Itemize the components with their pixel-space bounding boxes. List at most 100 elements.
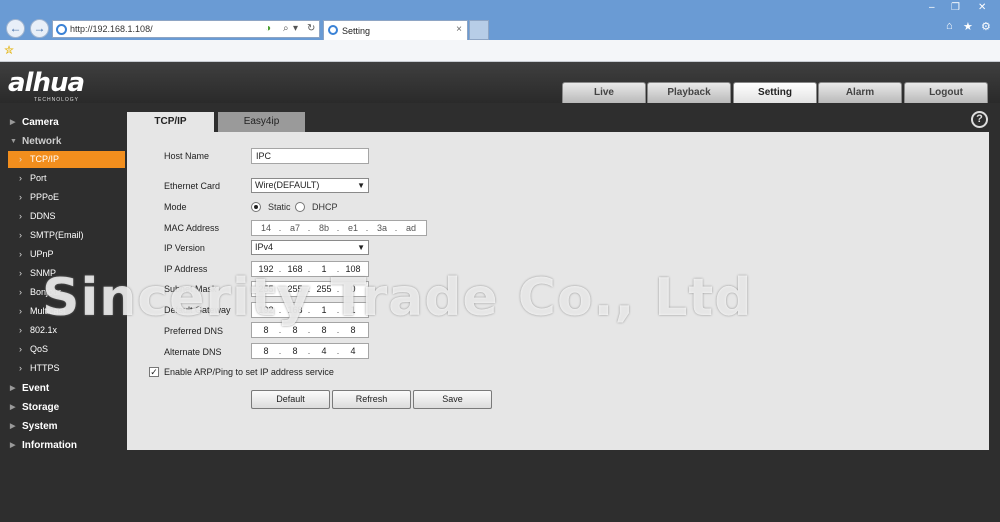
ip-octet[interactable]: 1 [313, 303, 335, 317]
sidebar-group-storage[interactable]: ▶ Storage [0, 398, 127, 417]
mac-octet: 14 [260, 223, 271, 233]
sidebar-item-label: UPnP [30, 249, 54, 259]
ip-address-field[interactable]: 192 . 168 . 1 . 108 [251, 261, 369, 277]
sidebar-group-event[interactable]: ▶ Event [0, 379, 127, 398]
address-bar[interactable]: http://192.168.1.108/ ◑ ⌕ ▾ ↻ [52, 20, 320, 38]
ip-octet[interactable]: 192 [255, 262, 277, 276]
separator: . [336, 325, 340, 335]
sidebar-item-https[interactable]: › HTTPS [8, 360, 125, 377]
ip-octet[interactable]: 1 [313, 262, 335, 276]
sidebar-item-label: SMTP(Email) [30, 230, 84, 240]
tab-close-icon[interactable]: × [456, 24, 462, 35]
sidebar-group-camera[interactable]: ▶ Camera [0, 113, 127, 132]
sidebar-item-tcpip[interactable]: › TCP/IP [8, 151, 125, 168]
nav-alarm[interactable]: Alarm [818, 82, 902, 103]
separator: . [336, 264, 340, 274]
nav-live[interactable]: Live [562, 82, 646, 103]
ip-octet[interactable]: 168 [284, 303, 306, 317]
sidebar-item-qos[interactable]: › QoS [8, 341, 125, 358]
chevron-right-icon: › [19, 287, 22, 297]
chevron-right-icon: › [19, 268, 22, 278]
ip-octet[interactable]: 0 [342, 282, 364, 296]
preferred-dns-field[interactable]: 8 . 8 . 8 . 8 [251, 322, 369, 338]
ip-version-select[interactable]: IPv4 ▼ [251, 240, 369, 255]
ip-octet[interactable]: 255 [313, 282, 335, 296]
mac-octet: ad [405, 223, 416, 233]
forward-icon[interactable]: → [30, 19, 49, 38]
sidebar-item-bonjour[interactable]: › Bonjour [8, 284, 125, 301]
ip-octet[interactable]: 8 [342, 323, 364, 337]
mac-octet: a7 [289, 223, 300, 233]
sidebar-group-label: Event [22, 383, 50, 394]
ip-octet[interactable]: 8 [313, 323, 335, 337]
refresh-icon[interactable]: ↻ [307, 23, 315, 34]
ip-octet[interactable]: 8 [255, 344, 277, 358]
ip-octet[interactable]: 108 [342, 262, 364, 276]
arp-ping-checkbox[interactable]: ✓ [149, 367, 159, 377]
chevron-right-icon: › [19, 325, 22, 335]
ip-octet[interactable]: 192 [255, 303, 277, 317]
compat-icon[interactable]: ◑ [265, 23, 271, 34]
tab-easy4ip[interactable]: Easy4ip [218, 112, 305, 132]
help-icon[interactable]: ? [971, 111, 988, 128]
gear-icon[interactable]: ⚙ [981, 20, 991, 33]
tab-page-icon [328, 25, 338, 35]
separator: . [336, 223, 340, 233]
chevron-down-icon: ▼ [357, 181, 365, 190]
dropdown-icon[interactable]: ▾ [293, 23, 298, 34]
subnet-mask-label: Subnet Mask [164, 284, 217, 294]
separator: . [307, 223, 311, 233]
ethernet-card-label: Ethernet Card [164, 181, 221, 191]
nav-playback[interactable]: Playback [647, 82, 731, 103]
refresh-button[interactable]: Refresh [332, 390, 411, 409]
restore-icon[interactable]: ❐ [951, 2, 960, 13]
nav-setting[interactable]: Setting [733, 82, 817, 103]
ip-octet[interactable]: 4 [342, 344, 364, 358]
sidebar-group-network[interactable]: ▼ Network [0, 132, 127, 151]
default-gateway-field[interactable]: 192 . 168 . 1 . 1 [251, 302, 369, 318]
ip-octet[interactable]: 255 [255, 282, 277, 296]
ip-octet[interactable]: 8 [284, 323, 306, 337]
sidebar-item-upnp[interactable]: › UPnP [8, 246, 125, 263]
subnet-mask-field[interactable]: 255 . 255 . 255 . 0 [251, 281, 369, 297]
minimize-icon[interactable]: – [929, 2, 935, 13]
favorites-star-icon[interactable]: ✮ [4, 43, 14, 57]
host-name-input[interactable]: IPC [251, 148, 369, 164]
alternate-dns-field[interactable]: 8 . 8 . 4 . 4 [251, 343, 369, 359]
sidebar-group-information[interactable]: ▶ Information [0, 436, 127, 455]
default-button[interactable]: Default [251, 390, 330, 409]
ip-octet[interactable]: 4 [313, 344, 335, 358]
nav-logout[interactable]: Logout [904, 82, 988, 103]
address-url[interactable]: http://192.168.1.108/ [70, 24, 153, 34]
mode-static-radio[interactable] [251, 202, 261, 212]
chevron-right-icon: › [19, 249, 22, 259]
sidebar-item-8021x[interactable]: › 802.1x [8, 322, 125, 339]
ip-octet[interactable]: 8 [255, 323, 277, 337]
new-tab-button[interactable] [469, 20, 489, 40]
home-icon[interactable]: ⌂ [946, 20, 953, 32]
save-button[interactable]: Save [413, 390, 492, 409]
search-icon[interactable]: ⌕ [283, 23, 289, 34]
logo-text: alhua [8, 68, 85, 98]
sidebar-item-smtp[interactable]: › SMTP(Email) [8, 227, 125, 244]
chevron-right-icon: › [19, 192, 22, 202]
browser-tab[interactable]: Setting × [323, 20, 468, 40]
sidebar-item-snmp[interactable]: › SNMP [8, 265, 125, 282]
sidebar-item-multicast[interactable]: › Multicast [8, 303, 125, 320]
back-icon[interactable]: ← [6, 19, 25, 38]
tab-tcpip[interactable]: TCP/IP [127, 112, 214, 132]
sidebar-item-pppoe[interactable]: › PPPoE [8, 189, 125, 206]
ethernet-card-select[interactable]: Wire(DEFAULT) ▼ [251, 178, 369, 193]
separator: . [278, 284, 282, 294]
ip-octet[interactable]: 168 [284, 262, 306, 276]
close-window-icon[interactable]: ✕ [978, 2, 986, 13]
collapsed-triangle-icon: ▶ [10, 385, 16, 392]
sidebar-item-port[interactable]: › Port [8, 170, 125, 187]
ip-octet[interactable]: 1 [342, 303, 364, 317]
ip-octet[interactable]: 255 [284, 282, 306, 296]
star-icon[interactable]: ★ [963, 20, 973, 33]
sidebar-group-system[interactable]: ▶ System [0, 417, 127, 436]
mode-dhcp-radio[interactable] [295, 202, 305, 212]
sidebar-item-ddns[interactable]: › DDNS [8, 208, 125, 225]
ip-octet[interactable]: 8 [284, 344, 306, 358]
